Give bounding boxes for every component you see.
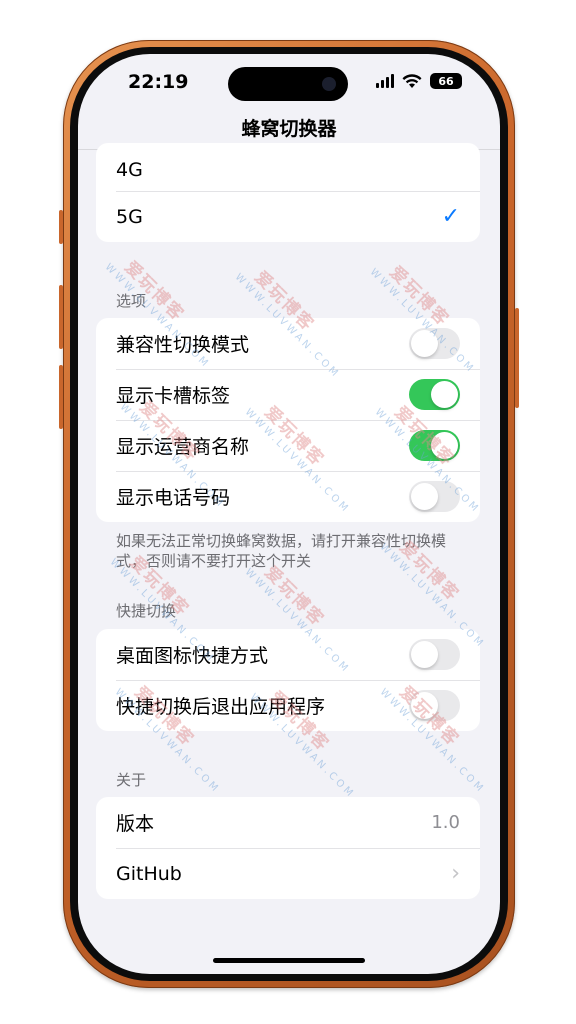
volume-down-button xyxy=(59,365,63,429)
option-home-shortcut: 桌面图标快捷方式 xyxy=(96,629,480,680)
option-label: 显示卡槽标签 xyxy=(116,385,231,407)
page-title: 蜂窝切换器 xyxy=(241,118,337,140)
dynamic-island xyxy=(228,67,348,101)
action-button xyxy=(59,210,63,244)
version-label: 版本 xyxy=(116,813,155,835)
option-label: 桌面图标快捷方式 xyxy=(116,645,269,667)
network-option-label: 5G xyxy=(116,205,143,228)
option-label: 显示运营商名称 xyxy=(116,436,250,458)
option-show-phone-number: 显示电话号码 xyxy=(96,471,480,522)
option-compat-mode: 兼容性切换模式 xyxy=(96,318,480,369)
show-phone-number-toggle[interactable] xyxy=(409,481,460,512)
battery-icon: 66 xyxy=(430,73,462,89)
network-option-4g[interactable]: 4G xyxy=(96,143,480,191)
volume-up-button xyxy=(59,285,63,349)
option-label: 兼容性切换模式 xyxy=(116,334,250,356)
option-label: 快捷切换后退出应用程序 xyxy=(116,696,326,718)
version-row: 版本 1.0 xyxy=(96,797,480,848)
chevron-right-icon: › xyxy=(451,861,460,886)
options-group: 兼容性切换模式 显示卡槽标签 显示运营商名称 显示电话号码 xyxy=(96,318,480,522)
cellular-signal-icon xyxy=(376,74,394,88)
status-time: 22:19 xyxy=(128,71,189,93)
options-footer-note: 如果无法正常切换蜂窝数据，请打开兼容性切换模式，否则请不要打开这个开关 xyxy=(116,532,447,570)
option-show-carrier-name: 显示运营商名称 xyxy=(96,420,480,471)
section-header-shortcut: 快捷切换 xyxy=(116,602,177,620)
network-option-5g[interactable]: 5G ✓ xyxy=(96,191,480,242)
shortcut-group: 桌面图标快捷方式 快捷切换后退出应用程序 xyxy=(96,629,480,731)
option-show-sim-label: 显示卡槽标签 xyxy=(96,369,480,420)
wifi-icon xyxy=(402,73,422,88)
screen: 22:19 66 蜂窝切换器 4G 5G ✓ 选项 兼容性切换模式 显示卡槽标签… xyxy=(78,54,500,974)
side-button xyxy=(515,308,519,408)
show-carrier-name-toggle[interactable] xyxy=(409,430,460,461)
github-row[interactable]: GitHub › xyxy=(96,848,480,899)
github-label: GitHub xyxy=(116,862,182,885)
network-group: 4G 5G ✓ xyxy=(96,143,480,242)
home-shortcut-toggle[interactable] xyxy=(409,639,460,670)
option-exit-after-switch: 快捷切换后退出应用程序 xyxy=(96,680,480,731)
network-option-label: 4G xyxy=(116,159,143,181)
exit-after-switch-toggle[interactable] xyxy=(409,690,460,721)
home-indicator xyxy=(213,958,365,963)
section-header-options: 选项 xyxy=(116,292,147,310)
version-value: 1.0 xyxy=(431,812,460,833)
compat-mode-toggle[interactable] xyxy=(409,328,460,359)
checkmark-icon: ✓ xyxy=(441,204,460,229)
option-label: 显示电话号码 xyxy=(116,487,231,509)
section-header-about: 关于 xyxy=(116,771,147,789)
camera-icon xyxy=(322,77,336,91)
about-group: 版本 1.0 GitHub › xyxy=(96,797,480,899)
status-icons: 66 xyxy=(376,73,462,89)
show-sim-label-toggle[interactable] xyxy=(409,379,460,410)
